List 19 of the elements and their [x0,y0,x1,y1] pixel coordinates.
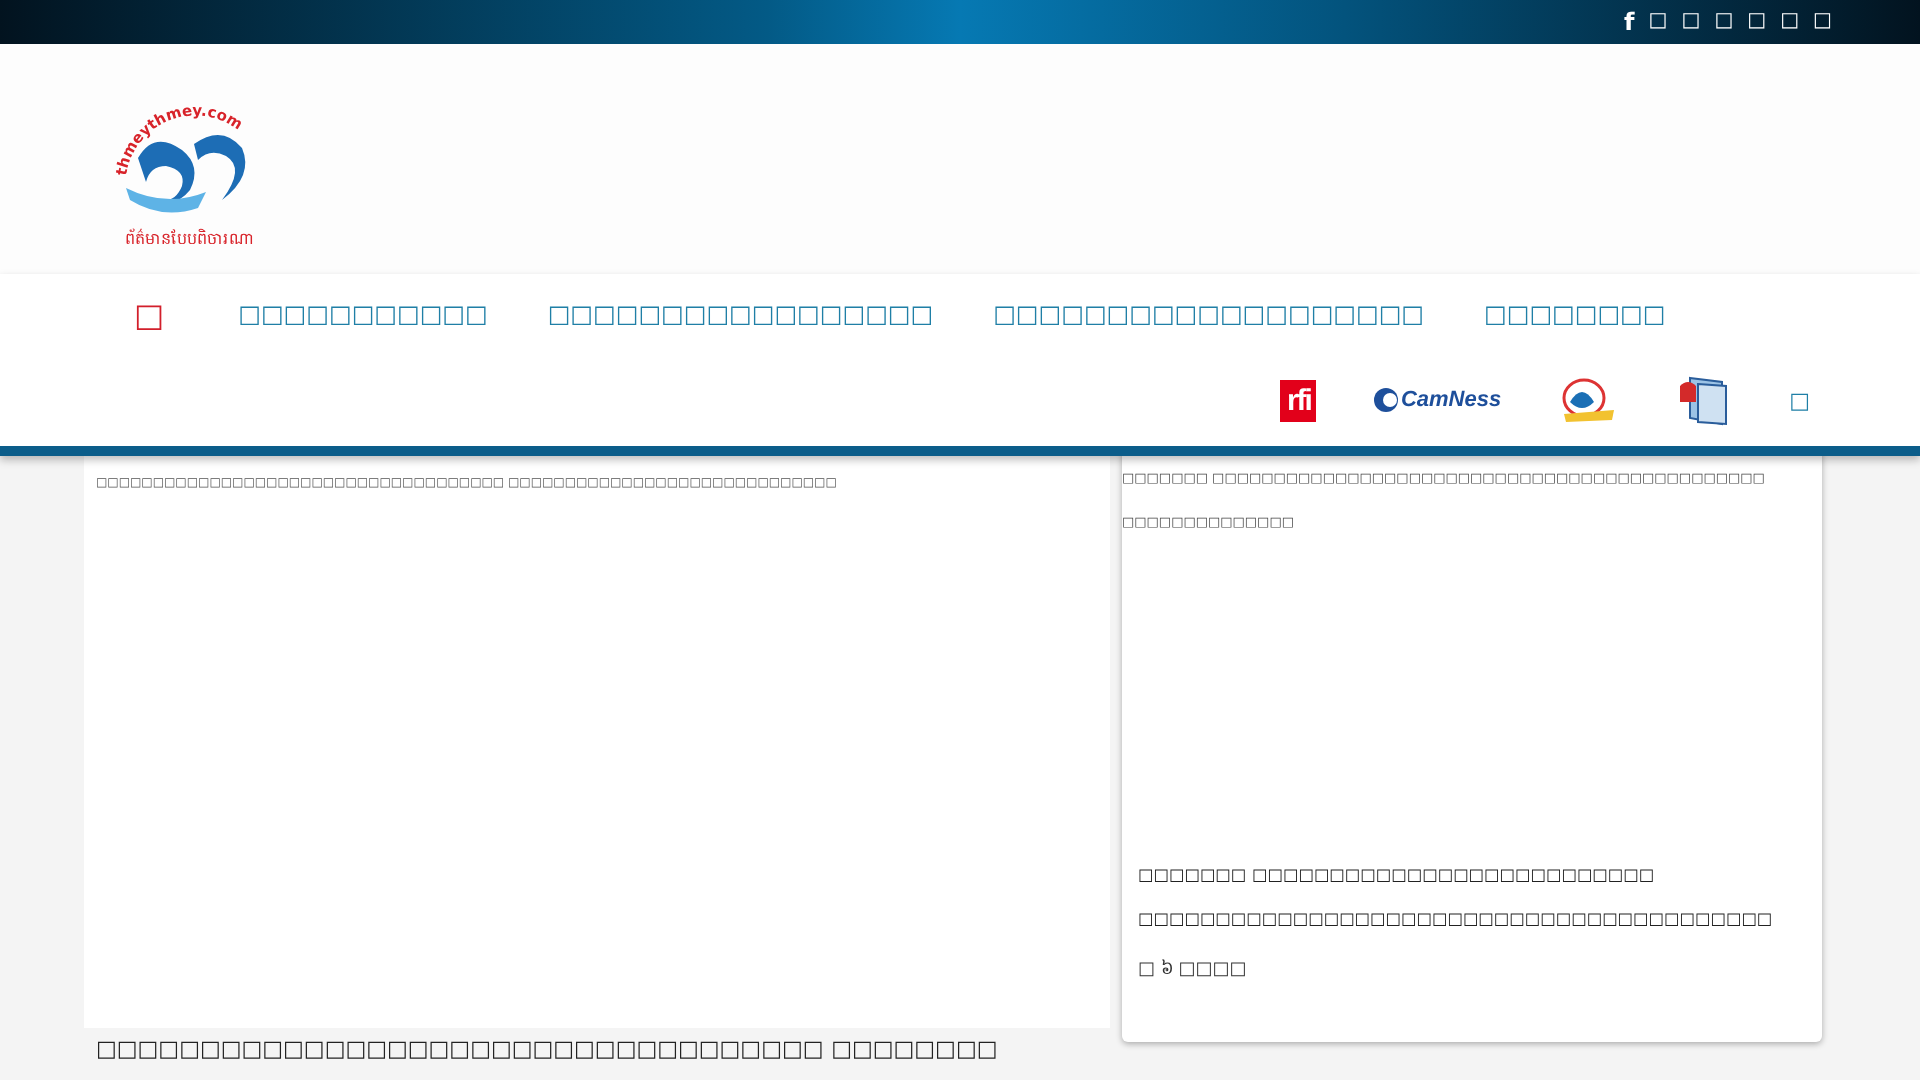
social-icon[interactable]: □ [1681,10,1701,34]
more-icon[interactable]: □ [1789,387,1810,413]
social-icon[interactable]: □ [1813,10,1832,34]
nav-link[interactable]: □□□□□□□□□□□ [238,300,488,328]
nav-link[interactable]: □□□□□□□□ [1484,300,1666,328]
article-title[interactable]: □□□□□□□ □□□□□□□□□□□□□□□□□□□□□□□□□□ □□□□□□□□□□□□□□□□□□□□□□□□□□□□□□□□□□□□□□□□□ [1122,840,1822,940]
rfi-logo[interactable]: rfi [1280,379,1317,421]
nav-link[interactable]: □□□□□□□□□□□□□□□□□□□ [993,300,1425,328]
nav-link[interactable]: □□□□□□□□□□□□□□□□□ [547,300,934,328]
social-icon[interactable]: f [1624,10,1635,34]
home-icon[interactable]: □ [134,295,165,333]
social-icon[interactable]: □ [1648,10,1668,34]
social-icon[interactable]: □ [1747,10,1767,34]
article-date: □ ៦ □□□□ [1136,957,1249,982]
social-icon[interactable]: □ [1714,10,1734,34]
article-headline[interactable]: □□□□□□□□□□□□□□□□□□□□□□□□□□□□□□□□□□□ □□□□□□□□ [96,1032,1098,1068]
camness-logo[interactable]: CamNess [1372,386,1502,414]
anniversary-logo-icon[interactable] [1557,374,1618,426]
social-icon[interactable]: □ [1780,10,1800,34]
